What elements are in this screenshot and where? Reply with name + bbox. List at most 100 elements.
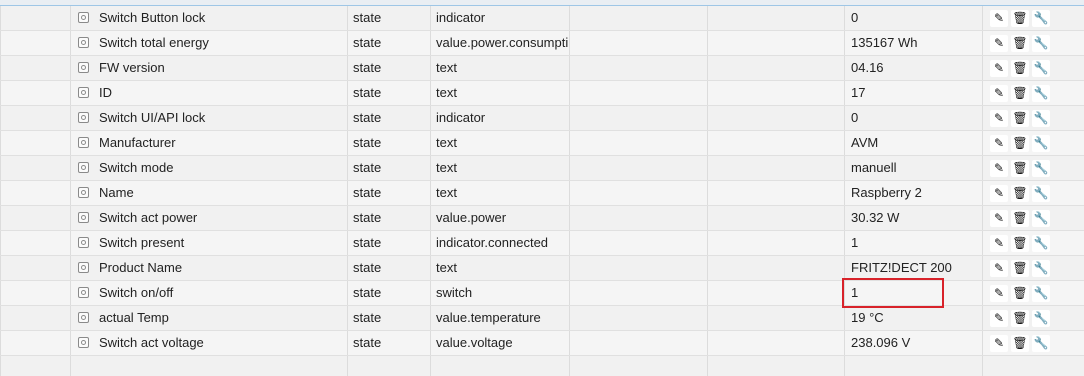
pencil-icon[interactable]: ✎ [990, 10, 1008, 27]
column-divider [844, 256, 845, 280]
trash-icon[interactable]: 🗑 [1011, 60, 1029, 77]
wrench-icon[interactable]: 🔧 [1032, 210, 1050, 227]
column-divider [569, 156, 570, 180]
trash-icon[interactable]: 🗑 [1011, 135, 1029, 152]
row-actions: ✎ 🗑 🔧 [988, 81, 1084, 105]
column-divider [430, 56, 431, 80]
wrench-icon[interactable]: 🔧 [1032, 260, 1050, 277]
wrench-icon[interactable]: 🔧 [1032, 160, 1050, 177]
pencil-icon[interactable]: ✎ [990, 260, 1008, 277]
wrench-icon[interactable]: 🔧 [1032, 235, 1050, 252]
state-type-icon [78, 256, 94, 280]
object-value[interactable]: 135167 Wh [851, 31, 981, 55]
trash-icon[interactable]: 🗑 [1011, 210, 1029, 227]
pencil-icon[interactable]: ✎ [990, 335, 1008, 352]
wrench-icon[interactable]: 🔧 [1032, 110, 1050, 127]
pencil-icon[interactable]: ✎ [990, 210, 1008, 227]
table-row[interactable]: Name state text Raspberry 2 ✎ 🗑 🔧 [0, 181, 1084, 206]
table-row[interactable]: ID state text 17 ✎ 🗑 🔧 [0, 81, 1084, 106]
column-divider [982, 306, 983, 330]
trash-icon[interactable]: 🗑 [1011, 160, 1029, 177]
object-type: state [353, 310, 382, 325]
object-value[interactable]: AVM [851, 131, 981, 155]
pencil-icon[interactable]: ✎ [990, 160, 1008, 177]
wrench-icon[interactable]: 🔧 [1032, 310, 1050, 327]
column-divider [0, 181, 1, 205]
table-row[interactable]: Product Name state text FRITZ!DECT 200 ✎ 🗑 🔧 [0, 256, 1084, 281]
trash-icon[interactable]: 🗑 [1011, 310, 1029, 327]
object-name: Product Name [99, 260, 183, 275]
wrench-icon[interactable]: 🔧 [1032, 185, 1050, 202]
state-type-icon [78, 331, 94, 355]
table-row[interactable]: Switch act voltage state value.voltage 238.… [0, 331, 1084, 356]
trash-icon[interactable]: 🗑 [1011, 35, 1029, 52]
pencil-icon[interactable]: ✎ [990, 185, 1008, 202]
table-row[interactable]: Switch UI/API lock state indicator 0 ✎ 🗑 🔧 [0, 106, 1084, 131]
object-value[interactable]: 0 [851, 6, 981, 30]
table-row[interactable]: Switch act power state value.power 30.32 W ✎… [0, 206, 1084, 231]
table-row[interactable]: Manufacturer state text AVM ✎ 🗑 🔧 [0, 131, 1084, 156]
trash-icon[interactable]: 🗑 [1011, 335, 1029, 352]
column-divider [844, 281, 845, 305]
column-divider [347, 231, 348, 255]
column-divider [70, 131, 71, 155]
table-row[interactable]: FW version state text 04.16 ✎ 🗑 🔧 [0, 56, 1084, 81]
table-row[interactable]: Switch mode state text manuell ✎ 🗑 🔧 [0, 156, 1084, 181]
trash-icon[interactable]: 🗑 [1011, 85, 1029, 102]
pencil-icon[interactable]: ✎ [990, 35, 1008, 52]
object-value[interactable]: FRITZ!DECT 200 [851, 256, 981, 280]
pencil-icon[interactable]: ✎ [990, 135, 1008, 152]
column-divider [707, 181, 708, 205]
table-row[interactable]: Switch on/off state switch 1 ✎ 🗑 🔧 [0, 281, 1084, 306]
column-divider [70, 156, 71, 180]
object-role: text [436, 160, 457, 175]
wrench-icon[interactable]: 🔧 [1032, 335, 1050, 352]
wrench-icon[interactable]: 🔧 [1032, 135, 1050, 152]
column-divider [347, 156, 348, 180]
object-value[interactable]: 1 [851, 231, 981, 255]
object-value[interactable]: 04.16 [851, 56, 981, 80]
state-icon [78, 137, 89, 148]
object-value[interactable]: 30.32 W [851, 206, 981, 230]
column-divider [982, 56, 983, 80]
column-divider [569, 106, 570, 130]
column-divider [70, 106, 71, 130]
trash-icon[interactable]: 🗑 [1011, 110, 1029, 127]
column-divider [569, 306, 570, 330]
wrench-icon[interactable]: 🔧 [1032, 35, 1050, 52]
pencil-icon[interactable]: ✎ [990, 285, 1008, 302]
state-icon [78, 12, 89, 23]
object-value[interactable]: 0 [851, 106, 981, 130]
object-value[interactable]: Raspberry 2 [851, 181, 981, 205]
trash-icon[interactable]: 🗑 [1011, 285, 1029, 302]
wrench-icon[interactable]: 🔧 [1032, 10, 1050, 27]
pencil-icon[interactable]: ✎ [990, 235, 1008, 252]
pencil-icon[interactable]: ✎ [990, 60, 1008, 77]
trash-icon[interactable]: 🗑 [1011, 235, 1029, 252]
object-value[interactable]: 19 °C [851, 306, 981, 330]
trash-icon[interactable]: 🗑 [1011, 260, 1029, 277]
pencil-icon[interactable]: ✎ [990, 85, 1008, 102]
object-value[interactable]: manuell [851, 156, 981, 180]
object-type: state [353, 335, 382, 350]
wrench-icon[interactable]: 🔧 [1032, 85, 1050, 102]
object-value[interactable]: 1 [851, 281, 981, 305]
column-divider [844, 156, 845, 180]
object-value[interactable]: 17 [851, 81, 981, 105]
wrench-icon[interactable]: 🔧 [1032, 60, 1050, 77]
pencil-icon[interactable]: ✎ [990, 110, 1008, 127]
column-divider [569, 56, 570, 80]
table-row[interactable]: Switch total energy state value.power.cons… [0, 31, 1084, 56]
wrench-icon[interactable]: 🔧 [1032, 285, 1050, 302]
object-role: text [436, 185, 457, 200]
column-divider [844, 31, 845, 55]
state-type-icon [78, 281, 94, 305]
column-divider [707, 56, 708, 80]
object-value[interactable]: 238.096 V [851, 331, 981, 355]
table-row[interactable]: actual Temp state value.temperature 19 °C ✎ 🗑… [0, 306, 1084, 331]
trash-icon[interactable]: 🗑 [1011, 185, 1029, 202]
trash-icon[interactable]: 🗑 [1011, 10, 1029, 27]
table-row[interactable]: Switch present state indicator.connected 1 ✎… [0, 231, 1084, 256]
pencil-icon[interactable]: ✎ [990, 310, 1008, 327]
table-row[interactable]: Switch Button lock state indicator 0 ✎ 🗑 🔧 [0, 6, 1084, 31]
